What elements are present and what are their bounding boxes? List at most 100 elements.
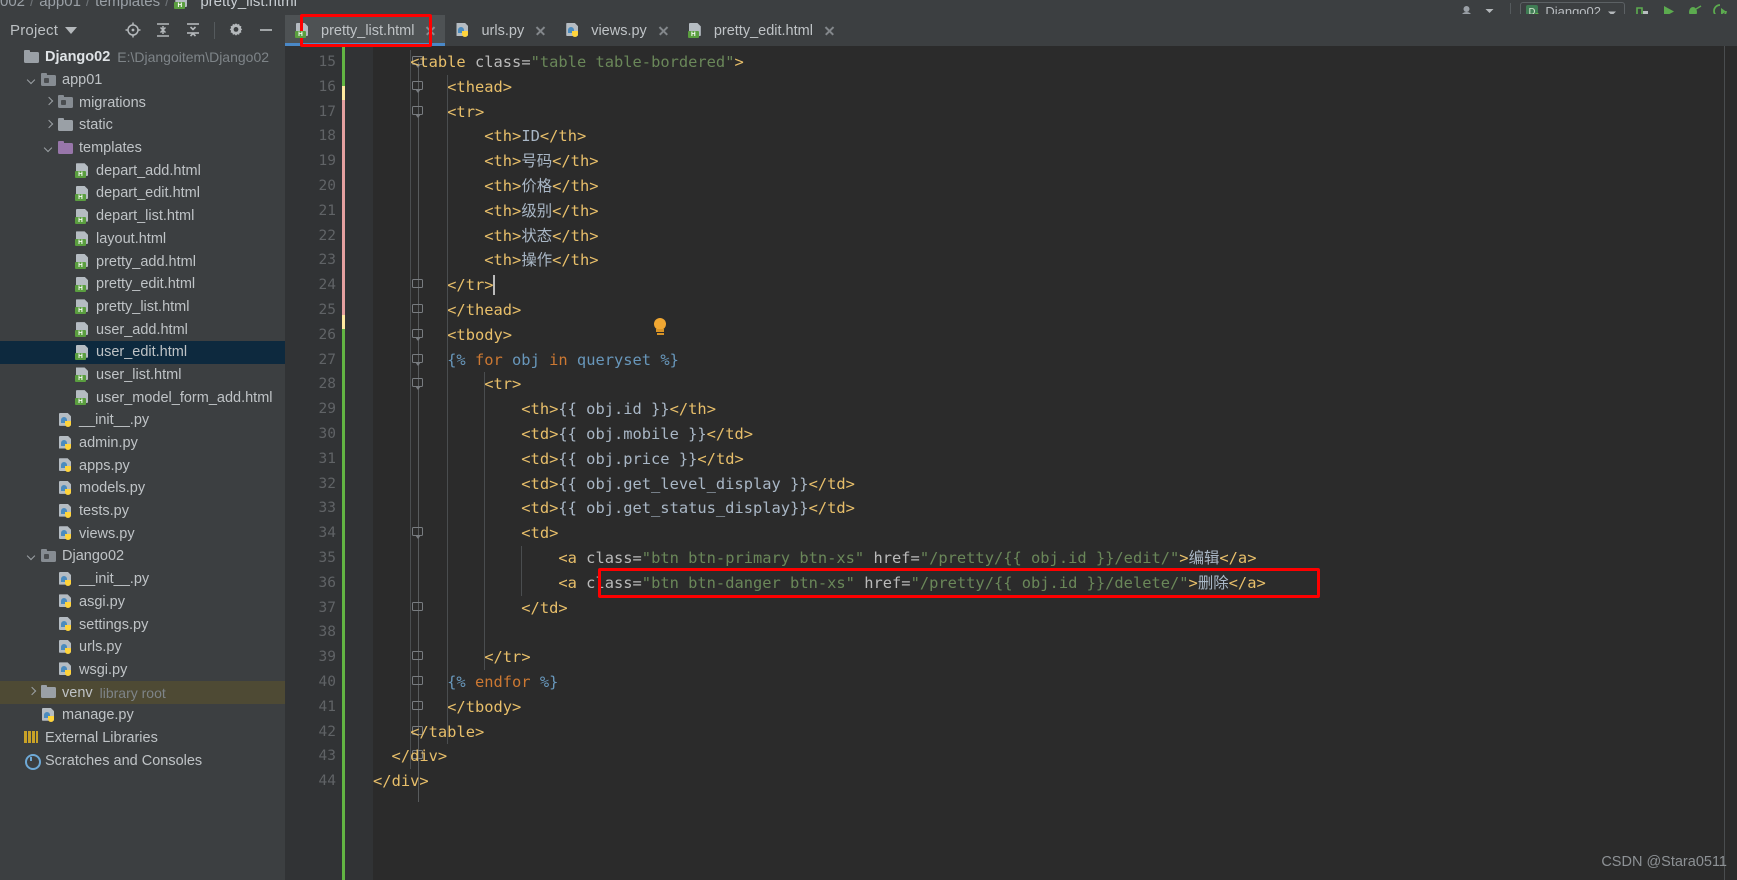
- code-line[interactable]: <th>{{ obj.id }}</th>: [373, 397, 716, 422]
- breadcrumb-item-3[interactable]: pretty_list.html: [200, 0, 297, 10]
- close-icon[interactable]: [823, 24, 836, 37]
- tree-item-migrations[interactable]: migrations: [0, 91, 285, 114]
- chevron-right-icon[interactable]: [25, 686, 39, 700]
- tree-item-wsgi-py[interactable]: wsgi.py: [0, 659, 285, 682]
- tree-item-layout-html[interactable]: Hlayout.html: [0, 228, 285, 251]
- tree-item-app01[interactable]: app01: [0, 69, 285, 92]
- tree-item-depart-list-html[interactable]: Hdepart_list.html: [0, 205, 285, 228]
- tree-item-hint: library root: [99, 684, 166, 701]
- code-folding-column[interactable]: [345, 46, 423, 880]
- code-line[interactable]: <tbody>: [373, 323, 512, 348]
- project-tree[interactable]: Django02 E:\Djangoitem\Django02 app01 migra…: [0, 46, 285, 880]
- code-line[interactable]: </tr>: [373, 645, 530, 670]
- code-line[interactable]: <td>{{ obj.get_level_display }}</td>: [373, 472, 855, 497]
- code-line[interactable]: </table>: [373, 720, 484, 745]
- tree-item-label: depart_add.html: [96, 162, 201, 179]
- tab-urls-py[interactable]: urls.py: [445, 15, 555, 46]
- tab-views-py[interactable]: views.py: [555, 15, 678, 46]
- tab-pretty-edit-html[interactable]: Hpretty_edit.html: [678, 15, 844, 46]
- tree-item-label: user_model_form_add.html: [96, 389, 273, 406]
- code-line[interactable]: {% endfor %}: [373, 670, 558, 695]
- hide-panel-icon[interactable]: [257, 21, 275, 39]
- breadcrumb-item-1[interactable]: app01: [39, 0, 81, 10]
- code-line[interactable]: {% for obj in queryset %}: [373, 348, 679, 373]
- tree-item-templates[interactable]: templates: [0, 137, 285, 160]
- line-number: 20: [318, 178, 336, 194]
- code-line[interactable]: <th>状态</th>: [373, 224, 598, 249]
- code-line[interactable]: <td>: [373, 521, 558, 546]
- tree-item-pretty-list-html[interactable]: Hpretty_list.html: [0, 296, 285, 319]
- tree-item-user-add-html[interactable]: Huser_add.html: [0, 318, 285, 341]
- chevron-right-icon[interactable]: [42, 96, 56, 110]
- tree-item-views-py[interactable]: views.py: [0, 522, 285, 545]
- chevron-down-icon[interactable]: [25, 73, 39, 87]
- editor-tab-bar[interactable]: Hpretty_list.html urls.py views.py Hpretty_…: [285, 14, 1737, 46]
- code-line[interactable]: <a class="btn btn-danger btn-xs" href="/…: [373, 571, 1265, 596]
- tree-item-user-list-html[interactable]: Huser_list.html: [0, 364, 285, 387]
- code-line[interactable]: </td>: [373, 596, 567, 621]
- chevron-down-icon[interactable]: [25, 549, 39, 563]
- tree-item-tests-py[interactable]: tests.py: [0, 500, 285, 523]
- code-line[interactable]: <th>级别</th>: [373, 199, 598, 224]
- code-line[interactable]: <td>{{ obj.get_status_display}}</td>: [373, 496, 855, 521]
- project-panel-title[interactable]: Project: [10, 22, 58, 39]
- tree-item-user-model-form-add-html[interactable]: Huser_model_form_add.html: [0, 386, 285, 409]
- code-line[interactable]: <table class="table table-bordered">: [373, 50, 744, 75]
- intention-bulb-icon[interactable]: [652, 318, 668, 337]
- indent-guide: [484, 372, 485, 670]
- code-line[interactable]: <td>{{ obj.mobile }}</td>: [373, 422, 753, 447]
- expand-all-icon[interactable]: [154, 21, 172, 39]
- code-line[interactable]: <th>操作</th>: [373, 248, 598, 273]
- code-line[interactable]: <th>价格</th>: [373, 174, 598, 199]
- code-line[interactable]: <th>号码</th>: [373, 149, 598, 174]
- breadcrumb-item-0[interactable]: 002: [0, 0, 25, 10]
- tree-item-settings-py[interactable]: settings.py: [0, 613, 285, 636]
- collapse-all-icon[interactable]: [184, 21, 202, 39]
- tree-item-urls-py[interactable]: urls.py: [0, 636, 285, 659]
- code-editor[interactable]: 15 16 17 18 19 20 21 22 23 24 25 26 27 28 29 30 31 32 33 34…: [285, 46, 1737, 880]
- editor-scrollbar-track[interactable]: [1725, 46, 1737, 880]
- tree-item-asgi-py[interactable]: asgi.py: [0, 591, 285, 614]
- close-icon[interactable]: [534, 24, 547, 37]
- chevron-down-icon[interactable]: [65, 26, 78, 34]
- settings-gear-icon[interactable]: [227, 21, 245, 39]
- tree-item-depart-edit-html[interactable]: Hdepart_edit.html: [0, 182, 285, 205]
- tree-item-user-edit-html[interactable]: Huser_edit.html: [0, 340, 285, 364]
- chevron-down-icon[interactable]: [42, 141, 56, 155]
- tree-item-scratches-and-consoles[interactable]: Scratches and Consoles: [0, 749, 285, 772]
- code-text-area[interactable]: <table class="table table-bordered"> <th…: [373, 46, 1737, 880]
- tree-item-admin-py[interactable]: admin.py: [0, 432, 285, 455]
- tree-item-models-py[interactable]: models.py: [0, 477, 285, 500]
- tree-item-manage-py[interactable]: manage.py: [0, 704, 285, 727]
- close-icon[interactable]: [657, 24, 670, 37]
- breadcrumb[interactable]: 002 / app01 / templates / H pretty_list.…: [0, 0, 297, 10]
- code-line[interactable]: <thead>: [373, 75, 512, 100]
- tree-item-django02[interactable]: Django02: [0, 545, 285, 568]
- locate-file-icon[interactable]: [124, 21, 142, 39]
- tree-item-apps-py[interactable]: apps.py: [0, 454, 285, 477]
- tab-label: views.py: [591, 22, 647, 39]
- tab-pretty-list-html[interactable]: Hpretty_list.html: [285, 15, 446, 46]
- code-line[interactable]: </tr>: [373, 273, 493, 298]
- tree-item--init-py[interactable]: __init__.py: [0, 409, 285, 432]
- tree-item--init-py[interactable]: __init__.py: [0, 568, 285, 591]
- code-line[interactable]: <tr>: [373, 100, 484, 125]
- tree-item-pretty-edit-html[interactable]: Hpretty_edit.html: [0, 273, 285, 296]
- code-line[interactable]: <th>ID</th>: [373, 124, 586, 149]
- code-line[interactable]: <td>{{ obj.price }}</td>: [373, 447, 744, 472]
- code-line[interactable]: </div>: [373, 769, 429, 794]
- tree-item-pretty-add-html[interactable]: Hpretty_add.html: [0, 250, 285, 273]
- tree-item-static[interactable]: static: [0, 114, 285, 137]
- chevron-right-icon[interactable]: [42, 118, 56, 132]
- breadcrumb-item-2[interactable]: templates: [95, 0, 160, 10]
- tree-item-external-libraries[interactable]: External Libraries: [0, 727, 285, 750]
- tree-item-django02[interactable]: Django02 E:\Djangoitem\Django02: [0, 46, 285, 69]
- code-line[interactable]: <a class="btn btn-primary btn-xs" href="…: [373, 546, 1256, 571]
- tree-item-depart-add-html[interactable]: Hdepart_add.html: [0, 159, 285, 182]
- close-icon[interactable]: [424, 24, 437, 37]
- tree-item-venv[interactable]: venv library root: [0, 681, 285, 704]
- line-number: 30: [318, 426, 336, 442]
